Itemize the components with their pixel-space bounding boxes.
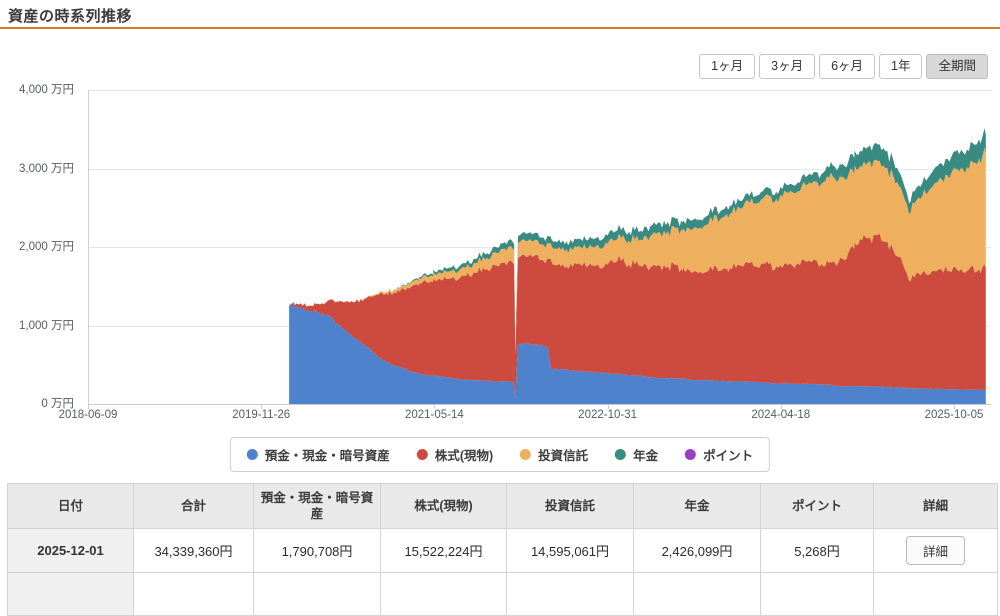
table-header-row: 日付合計預金・現金・暗号資産株式(現物)投資信託年金ポイント詳細 bbox=[8, 484, 998, 529]
chart-plot-area bbox=[88, 90, 991, 405]
legend-dot-icon bbox=[520, 449, 531, 460]
column-header: 年金 bbox=[634, 484, 761, 529]
legend-dot-icon bbox=[615, 449, 626, 460]
legend-dot-icon bbox=[685, 449, 696, 460]
legend-dot-icon bbox=[417, 449, 428, 460]
legend-label: 年金 bbox=[633, 445, 658, 464]
column-header: 株式(現物) bbox=[381, 484, 507, 529]
date-cell: 2025-12-01 bbox=[8, 529, 134, 573]
y-tick-label: 3,000 万円 bbox=[0, 161, 74, 177]
value-cell: 14,595,061円 bbox=[507, 529, 634, 573]
value-cell bbox=[254, 573, 381, 616]
range-button-6ヶ月[interactable]: 6ヶ月 bbox=[819, 54, 875, 79]
column-header: 詳細 bbox=[874, 484, 998, 529]
page-title: 資産の時系列推移 bbox=[8, 5, 132, 26]
value-cell: 1,790,708円 bbox=[254, 529, 381, 573]
column-header: 預金・現金・暗号資産 bbox=[254, 484, 381, 529]
range-button-全期間[interactable]: 全期間 bbox=[926, 54, 988, 79]
x-tick-label: 2024-04-18 bbox=[726, 409, 836, 421]
value-cell: 15,522,224円 bbox=[381, 529, 507, 573]
date-cell bbox=[8, 573, 134, 616]
x-tick-label: 2018-06-09 bbox=[33, 409, 143, 421]
column-header: 合計 bbox=[134, 484, 254, 529]
value-cell bbox=[507, 573, 634, 616]
legend-label: ポイント bbox=[703, 445, 753, 464]
value-cell bbox=[134, 573, 254, 616]
legend-label: 投資信託 bbox=[538, 445, 588, 464]
x-tick-label: 2019-11-26 bbox=[206, 409, 316, 421]
table-row-partial bbox=[8, 573, 998, 616]
stacked-area-svg bbox=[89, 90, 991, 404]
detail-button[interactable]: 詳細 bbox=[906, 536, 965, 565]
legend-item[interactable]: ポイント bbox=[685, 445, 753, 464]
value-cell: 2,426,099円 bbox=[634, 529, 761, 573]
asset-history-table: 日付合計預金・現金・暗号資産株式(現物)投資信託年金ポイント詳細2025-12-… bbox=[7, 483, 998, 616]
value-cell bbox=[761, 573, 874, 616]
table-row: 2025-12-0134,339,360円1,790,708円15,522,22… bbox=[8, 529, 998, 573]
y-tick-label: 2,000 万円 bbox=[0, 239, 74, 255]
y-tick-label: 1,000 万円 bbox=[0, 318, 74, 334]
legend-label: 預金・現金・暗号資産 bbox=[265, 445, 390, 464]
range-button-1ヶ月[interactable]: 1ヶ月 bbox=[699, 54, 755, 79]
x-tick-label: 2022-10-31 bbox=[553, 409, 663, 421]
legend-item[interactable]: 預金・現金・暗号資産 bbox=[247, 445, 390, 464]
x-tick-label: 2021-05-14 bbox=[379, 409, 489, 421]
range-button-1年[interactable]: 1年 bbox=[879, 54, 922, 79]
range-button-3ヶ月[interactable]: 3ヶ月 bbox=[759, 54, 815, 79]
title-accent-rule bbox=[0, 27, 1000, 29]
value-cell: 5,268円 bbox=[761, 529, 874, 573]
x-tick-label: 2025-10-05 bbox=[899, 409, 1000, 421]
y-tick-label: 4,000 万円 bbox=[0, 82, 74, 98]
chart-legend: 預金・現金・暗号資産 株式(現物) 投資信託 年金 ポイント bbox=[230, 437, 770, 472]
asset-history-page: 資産の時系列推移 1ヶ月3ヶ月6ヶ月1年全期間 0 万円1,000 万円2,00… bbox=[0, 0, 1000, 565]
detail-cell: 詳細 bbox=[874, 529, 998, 573]
column-header: 日付 bbox=[8, 484, 134, 529]
value-cell bbox=[381, 573, 507, 616]
value-cell bbox=[634, 573, 761, 616]
legend-label: 株式(現物) bbox=[435, 445, 493, 464]
column-header: ポイント bbox=[761, 484, 874, 529]
column-header: 投資信託 bbox=[507, 484, 634, 529]
value-cell bbox=[874, 573, 998, 616]
value-cell: 34,339,360円 bbox=[134, 529, 254, 573]
legend-item[interactable]: 年金 bbox=[615, 445, 658, 464]
legend-dot-icon bbox=[247, 449, 258, 460]
legend-item[interactable]: 投資信託 bbox=[520, 445, 588, 464]
legend-item[interactable]: 株式(現物) bbox=[417, 445, 493, 464]
time-range-button-group: 1ヶ月3ヶ月6ヶ月1年全期間 bbox=[699, 54, 988, 79]
